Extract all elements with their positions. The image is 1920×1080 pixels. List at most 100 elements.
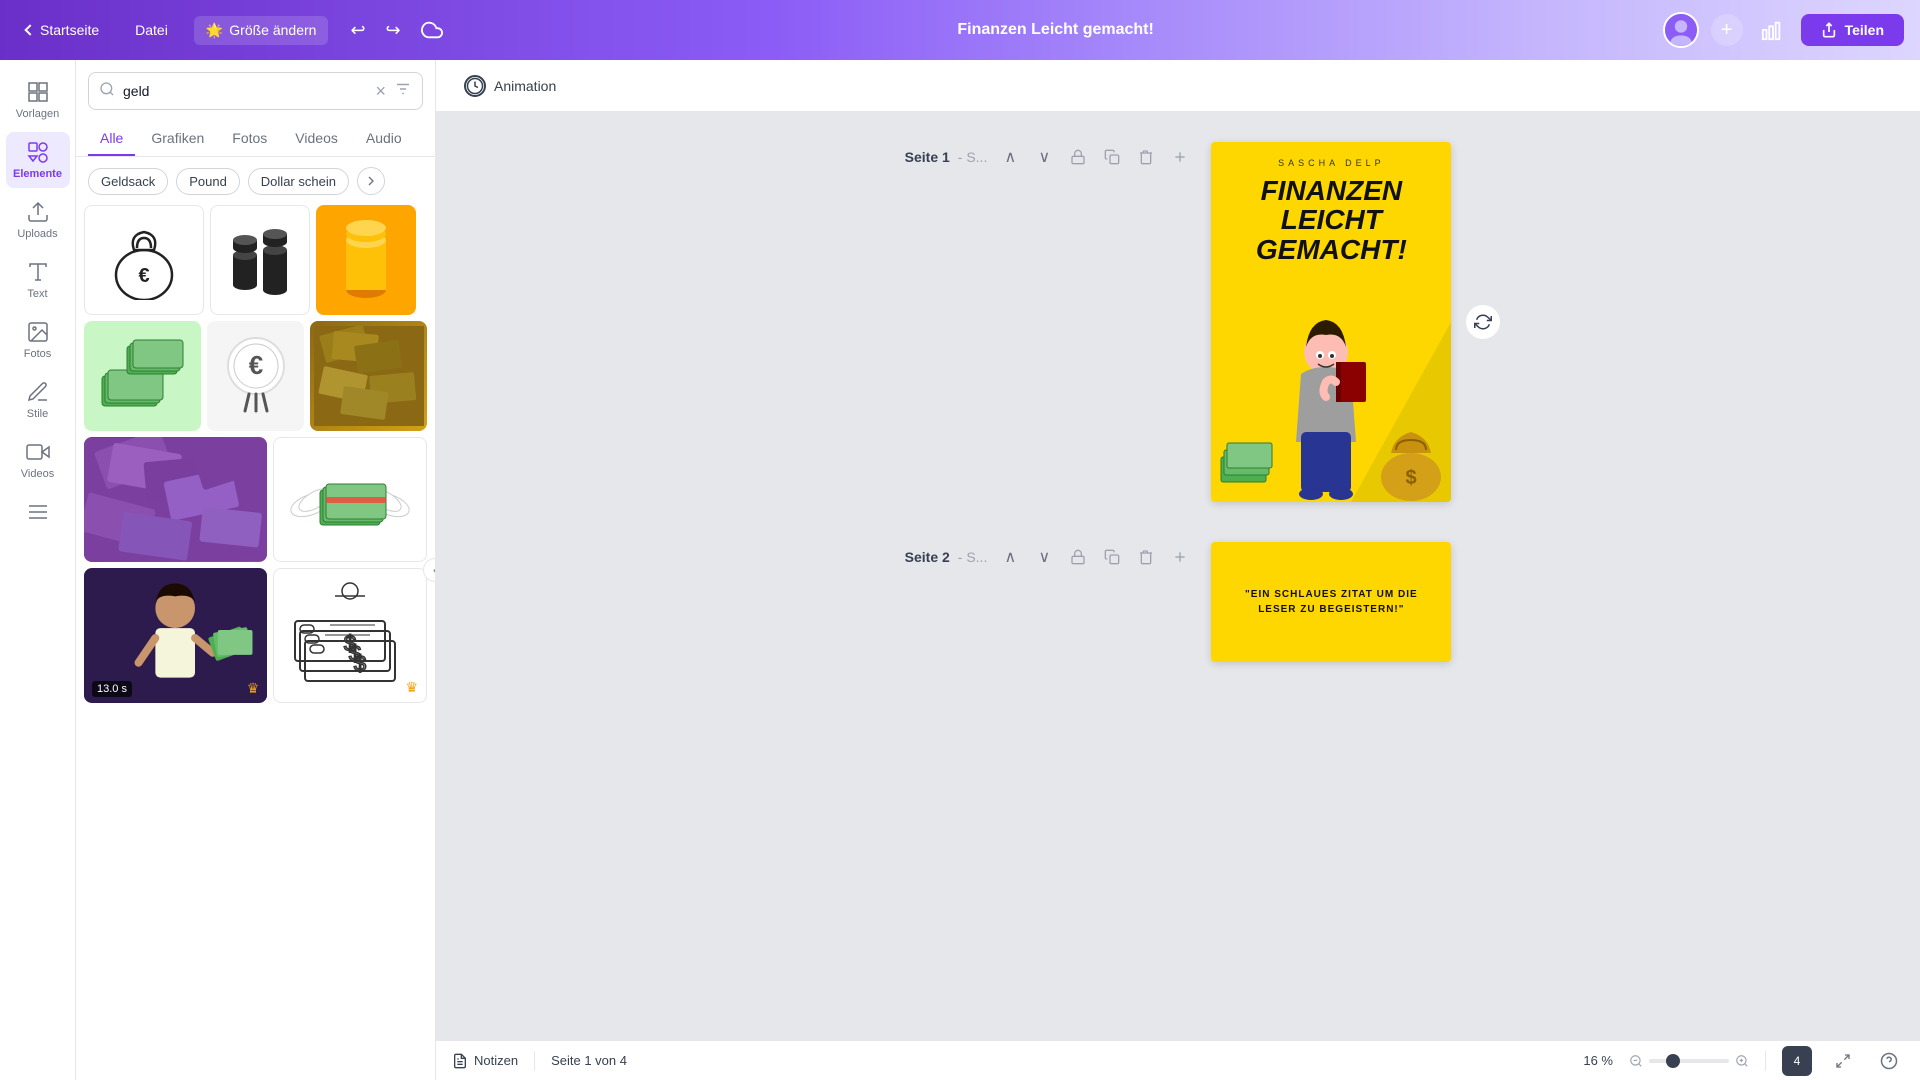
sidebar-item-elemente[interactable]: Elemente (6, 132, 70, 188)
sidebar-item-uploads[interactable]: Uploads (6, 192, 70, 248)
canvas-toolbar: Animation (436, 60, 1920, 112)
page2-design-wrapper: "EIN SCHLAUES ZITAT UM DIE LESER ZU BEGE… (1211, 542, 1451, 662)
page1-ctrl-icons: ∧ ∨ (995, 142, 1195, 172)
page1-author: SASCHA DELP (1211, 142, 1451, 168)
result-money-outline-drawing[interactable]: $ $ $ ♛ (273, 568, 427, 703)
analytics-button[interactable] (1755, 13, 1789, 47)
canvas-pages: Seite 1 - S... ∧ ∨ (905, 142, 1452, 1010)
file-menu-button[interactable]: Datei (125, 16, 178, 44)
page2-container: Seite 2 - S... ∧ ∨ (905, 542, 1452, 662)
page1-refresh-button[interactable] (1465, 304, 1501, 340)
tab-videos[interactable]: Videos (283, 122, 350, 156)
vorlagen-icon (26, 80, 50, 104)
suggestion-pound[interactable]: Pound (176, 168, 240, 195)
fullscreen-button[interactable] (1828, 1046, 1858, 1076)
page1-design-card[interactable]: SASCHA DELP FINANZENLEICHTGEMACHT! (1211, 142, 1451, 502)
fotos-label: Fotos (24, 348, 52, 360)
result-video-woman[interactable]: 13.0 s ♛ (84, 568, 267, 703)
zoom-slider[interactable] (1629, 1054, 1749, 1068)
result-euro-bag[interactable]: € (84, 205, 204, 315)
zoom-track[interactable] (1649, 1059, 1729, 1063)
grid-count: 4 (1794, 1054, 1801, 1068)
page2-lock[interactable] (1063, 542, 1093, 572)
search-panel: × Alle Grafiken Fotos Videos Audio Gelds… (76, 60, 436, 1080)
search-filter-button[interactable] (394, 80, 412, 103)
page-counter: Seite 1 von 4 (551, 1053, 627, 1068)
page2-canvas: "EIN SCHLAUES ZITAT UM DIE LESER ZU BEGE… (1211, 542, 1451, 662)
result-euro-coin-character[interactable]: € (207, 321, 304, 431)
tab-audio[interactable]: Audio (354, 122, 414, 156)
tab-fotos[interactable]: Fotos (220, 122, 279, 156)
add-profile-button[interactable]: + (1711, 14, 1743, 46)
header-right: + Teilen (1663, 12, 1904, 48)
search-bar: × (88, 72, 423, 110)
grid-view-button[interactable]: 4 (1782, 1046, 1812, 1076)
page2-add[interactable] (1165, 542, 1195, 572)
result-purple-bills-photo[interactable] (84, 437, 267, 562)
page2-chevron-up[interactable]: ∧ (995, 542, 1025, 572)
stile-label: Stile (27, 408, 48, 420)
page1-add[interactable] (1165, 142, 1195, 172)
sidebar-item-muster[interactable] (6, 492, 70, 536)
share-button[interactable]: Teilen (1801, 14, 1904, 46)
result-green-cash[interactable] (84, 321, 201, 431)
search-input[interactable] (123, 73, 367, 109)
sidebar-item-videos[interactable]: Videos (6, 432, 70, 488)
page1-duplicate[interactable] (1097, 142, 1127, 172)
result-cash-photo[interactable] (310, 321, 427, 431)
undo-button[interactable]: ↩ (344, 14, 371, 47)
page2-delete[interactable] (1131, 542, 1161, 572)
sidebar-item-stile[interactable]: Stile (6, 372, 70, 428)
left-sidebar: Vorlagen Elemente Uploads (0, 60, 76, 1080)
uploads-icon (26, 200, 50, 224)
page2-label-row: Seite 2 - S... ∧ ∨ (905, 542, 1196, 572)
suggestion-dollar-schein[interactable]: Dollar schein (248, 168, 349, 195)
cloud-save-button[interactable] (415, 13, 449, 47)
suggestion-more-button[interactable] (357, 167, 385, 195)
page1-chevron-up[interactable]: ∧ (995, 142, 1025, 172)
page1-label-row: Seite 1 - S... ∧ ∨ (905, 142, 1196, 172)
result-black-coins[interactable] (210, 205, 310, 315)
vorlagen-label: Vorlagen (16, 108, 59, 120)
page2-design-card[interactable]: "EIN SCHLAUES ZITAT UM DIE LESER ZU BEGE… (1211, 542, 1451, 662)
result-flying-cash[interactable] (273, 437, 427, 562)
search-clear-button[interactable]: × (375, 81, 386, 102)
header-center: Finanzen Leicht gemacht! (465, 21, 1647, 39)
suggestion-geldsack[interactable]: Geldsack (88, 168, 168, 195)
status-divider (534, 1051, 535, 1071)
drawing-crown-icon: ♛ (405, 679, 418, 696)
stile-icon (26, 380, 50, 404)
results-row-4: 13.0 s ♛ $ $ $ (84, 568, 427, 703)
avatar[interactable] (1663, 12, 1699, 48)
tab-alle[interactable]: Alle (88, 122, 135, 156)
status-bar: Notizen Seite 1 von 4 16 % 4 (436, 1040, 1920, 1080)
animation-button[interactable]: Animation (452, 69, 568, 103)
page2-chevron-down[interactable]: ∨ (1029, 542, 1059, 572)
page2-ctrl-icons: ∧ ∨ (995, 542, 1195, 572)
redo-button[interactable]: ↪ (380, 14, 407, 47)
zoom-thumb[interactable] (1666, 1054, 1680, 1068)
results-row-3 (84, 437, 427, 562)
svg-text:$: $ (1406, 467, 1417, 489)
help-button[interactable] (1874, 1046, 1904, 1076)
text-icon (26, 260, 50, 284)
page1-delete[interactable] (1131, 142, 1161, 172)
size-change-button[interactable]: 🌟 Größe ändern (194, 16, 329, 45)
result-gold-coins[interactable] (316, 205, 416, 315)
page2-duplicate[interactable] (1097, 542, 1127, 572)
page1-lock[interactable] (1063, 142, 1093, 172)
size-label: Größe ändern (229, 22, 316, 38)
zoom-plus-icon (1735, 1054, 1749, 1068)
fotos-icon (26, 320, 50, 344)
back-button[interactable]: Startseite (16, 16, 109, 44)
suggestion-row: Geldsack Pound Dollar schein (76, 157, 435, 205)
sidebar-item-text[interactable]: Text (6, 252, 70, 308)
page2-label-suffix: - S... (958, 549, 988, 565)
share-label: Teilen (1845, 22, 1884, 38)
tab-grafiken[interactable]: Grafiken (139, 122, 216, 156)
notes-button[interactable]: Notizen (452, 1053, 518, 1069)
page1-chevron-down[interactable]: ∨ (1029, 142, 1059, 172)
sidebar-item-fotos[interactable]: Fotos (6, 312, 70, 368)
sidebar-item-vorlagen[interactable]: Vorlagen (6, 72, 70, 128)
canvas-scroll-area[interactable]: Seite 1 - S... ∧ ∨ (436, 112, 1920, 1040)
